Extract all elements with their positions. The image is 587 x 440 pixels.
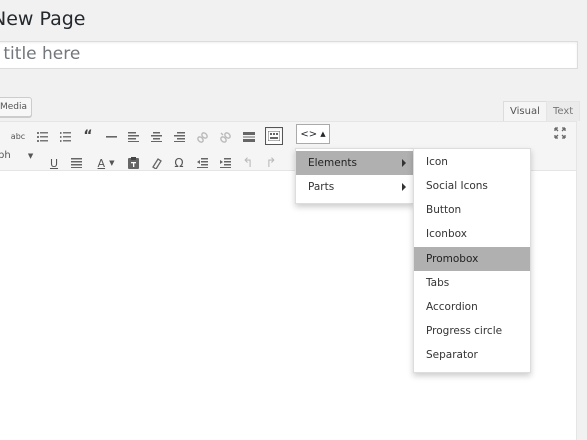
bullet-list-icon[interactable]: [34, 129, 50, 145]
caret-right-icon: [402, 183, 406, 191]
numbered-list-icon[interactable]: [57, 129, 73, 145]
code-icon: <>: [300, 128, 318, 140]
undo-icon[interactable]: ↰: [240, 155, 256, 171]
menu-item-social-icons[interactable]: Social Icons: [414, 174, 530, 198]
title-placeholder: r title here: [0, 44, 81, 64]
add-media-button[interactable]: Media: [0, 97, 33, 117]
page-title: New Page: [0, 8, 86, 30]
menu-item-label: Elements: [308, 157, 357, 169]
underline-icon[interactable]: U: [46, 155, 62, 171]
menu-item-accordion[interactable]: Accordion: [414, 295, 530, 319]
menu-item-tabs[interactable]: Tabs: [414, 271, 530, 295]
menu-item-separator[interactable]: Separator: [414, 343, 530, 367]
paragraph-format-select[interactable]: ph ▼: [0, 150, 33, 161]
shortcode-main-menu: Elements Parts: [295, 148, 414, 204]
caret-right-icon: [402, 159, 406, 167]
align-center-icon[interactable]: [148, 129, 164, 145]
page-scrollbar[interactable]: [577, 121, 587, 440]
post-title-input[interactable]: r title here: [0, 41, 578, 69]
align-right-icon[interactable]: [171, 129, 187, 145]
redo-icon[interactable]: ↱: [263, 155, 279, 171]
toolbar-toggle-icon[interactable]: [265, 127, 283, 145]
outdent-icon[interactable]: [194, 155, 210, 171]
link-icon[interactable]: [194, 129, 210, 145]
elements-submenu: Icon Social Icons Button Iconbox Promobo…: [413, 148, 531, 373]
menu-item-label: Parts: [308, 181, 335, 193]
text-color-icon[interactable]: A ▼: [91, 155, 121, 171]
menu-item-parts[interactable]: Parts: [296, 175, 413, 199]
tab-visual[interactable]: Visual: [503, 101, 547, 122]
chevron-down-icon: ▼: [27, 152, 34, 160]
strikethrough-icon[interactable]: abc: [10, 129, 26, 145]
tab-text[interactable]: Text: [546, 101, 581, 122]
shortcode-menu-button[interactable]: <> ▲: [296, 124, 330, 144]
fullscreen-icon[interactable]: [554, 127, 566, 142]
caret-up-icon: ▲: [320, 130, 326, 138]
blockquote-icon[interactable]: “: [80, 128, 96, 144]
menu-item-promobox[interactable]: Promobox: [414, 247, 530, 271]
justify-icon[interactable]: [68, 155, 84, 171]
clear-format-icon[interactable]: [148, 155, 164, 171]
align-left-icon[interactable]: [125, 129, 141, 145]
unlink-icon[interactable]: [217, 129, 233, 145]
add-media-label: Media: [0, 102, 28, 112]
read-more-icon[interactable]: [241, 129, 257, 145]
horizontal-rule-icon[interactable]: [103, 129, 119, 145]
menu-item-icon[interactable]: Icon: [414, 150, 530, 174]
paste-text-icon[interactable]: [125, 155, 141, 171]
menu-item-iconbox[interactable]: Iconbox: [414, 222, 530, 246]
menu-item-button[interactable]: Button: [414, 198, 530, 222]
format-label: ph: [0, 150, 11, 161]
menu-item-progress-circle[interactable]: Progress circle: [414, 319, 530, 343]
menu-item-elements[interactable]: Elements: [296, 151, 413, 175]
special-char-icon[interactable]: Ω: [171, 155, 187, 171]
indent-icon[interactable]: [217, 155, 233, 171]
